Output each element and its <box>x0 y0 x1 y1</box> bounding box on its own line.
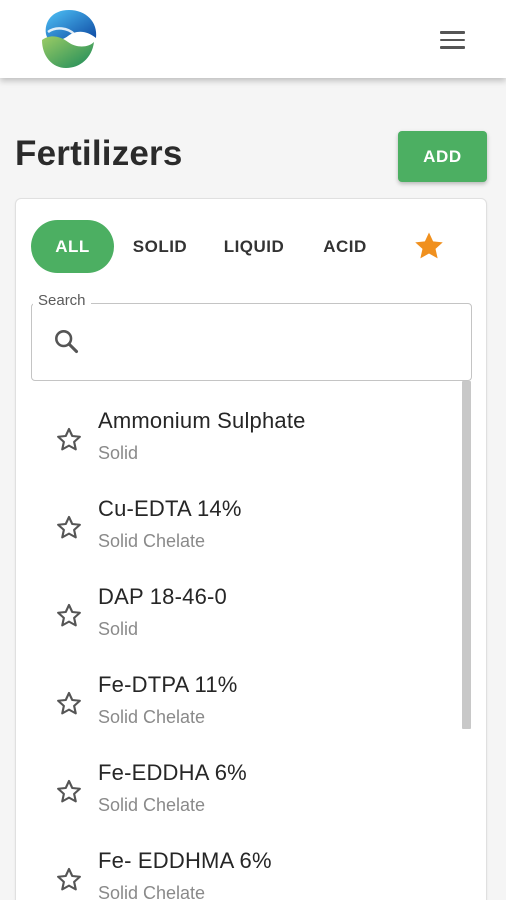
item-type: Solid <box>98 443 139 463</box>
filter-tabs: ALL SOLID LIQUID ACID <box>16 199 486 299</box>
list-item[interactable]: Ammonium Sulphate Solid <box>31 381 472 469</box>
page-title: Fertilizers <box>15 134 183 173</box>
item-name: Fe-DTPA 11% <box>98 672 238 697</box>
item-type: Solid Chelate <box>98 531 206 551</box>
list-item[interactable]: Cu-EDTA 14% Solid Chelate <box>31 469 472 557</box>
item-type: Solid Chelate <box>98 883 206 900</box>
search-icon <box>55 330 79 354</box>
list-item[interactable]: Fe-EDDHA 6% Solid Chelate <box>31 733 472 821</box>
item-name: Ammonium Sulphate <box>98 408 306 433</box>
list-item[interactable]: DAP 18-46-0 Solid <box>31 557 472 645</box>
search-label: Search <box>33 292 91 309</box>
list-item[interactable]: Fe-DTPA 11% Solid Chelate <box>31 645 472 733</box>
star-outline-icon[interactable] <box>54 777 84 807</box>
item-name: Cu-EDTA 14% <box>98 496 242 521</box>
hamburger-menu-icon[interactable] <box>432 22 472 58</box>
tab-liquid[interactable]: LIQUID <box>213 220 295 273</box>
app-bar <box>0 0 506 78</box>
list-scrollbar[interactable] <box>462 381 471 729</box>
favorites-star-icon[interactable] <box>412 229 446 263</box>
add-button[interactable]: ADD <box>398 131 487 182</box>
item-type: Solid Chelate <box>98 795 206 815</box>
tab-all[interactable]: ALL <box>31 220 114 273</box>
item-type: Solid <box>98 619 139 639</box>
star-outline-icon[interactable] <box>54 425 84 455</box>
app-logo <box>42 10 97 68</box>
star-outline-icon[interactable] <box>54 513 84 543</box>
tab-acid[interactable]: ACID <box>311 220 379 273</box>
item-type: Solid Chelate <box>98 707 206 727</box>
item-name: Fe-EDDHA 6% <box>98 760 247 785</box>
item-name: Fe- EDDHMA 6% <box>98 848 272 873</box>
item-name: DAP 18-46-0 <box>98 584 227 609</box>
star-outline-icon[interactable] <box>54 601 84 631</box>
star-outline-icon[interactable] <box>54 865 84 895</box>
fertilizer-list: Ammonium Sulphate Solid Cu-EDTA 14% Soli… <box>31 381 472 900</box>
fertilizer-card: ALL SOLID LIQUID ACID Search Ammonium Su… <box>15 198 487 900</box>
search-input[interactable] <box>90 319 460 363</box>
list-item[interactable]: Fe- EDDHMA 6% Solid Chelate <box>31 821 472 900</box>
star-outline-icon[interactable] <box>54 689 84 719</box>
tab-solid[interactable]: SOLID <box>122 220 198 273</box>
